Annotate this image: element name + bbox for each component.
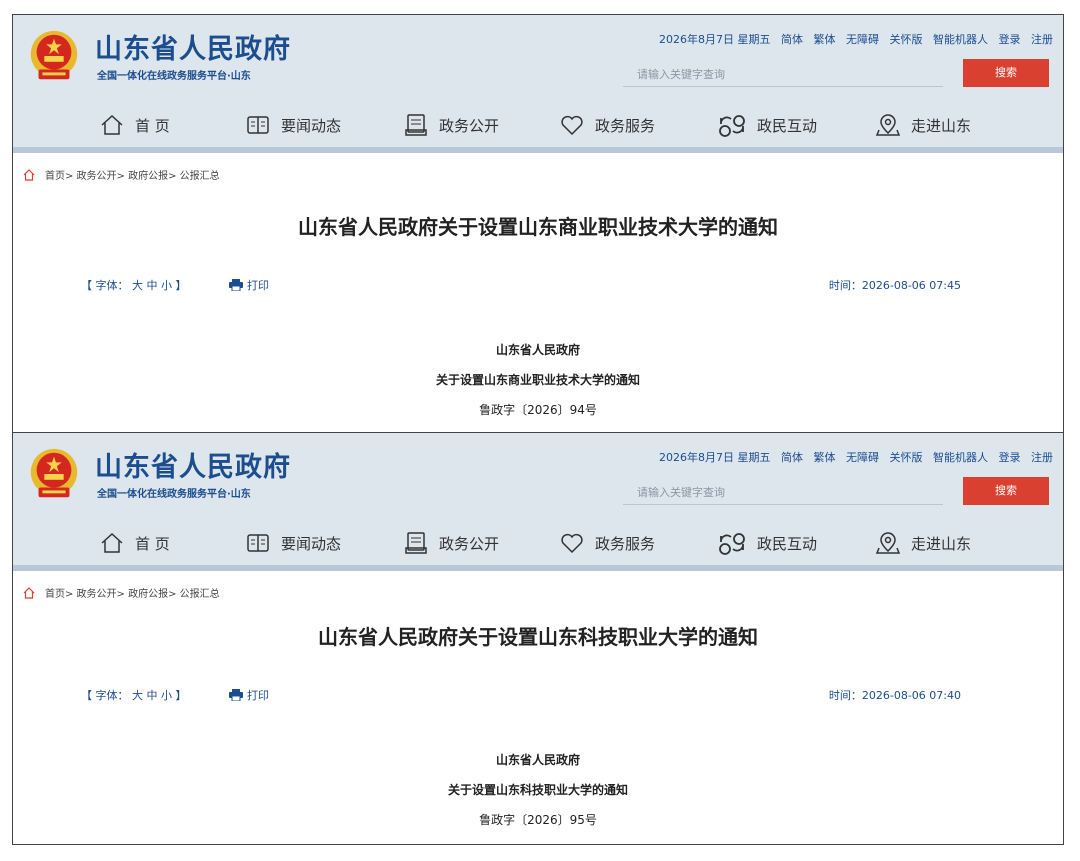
breadcrumb: 首页> 政务公开> 政府公报> 公报汇总 xyxy=(23,167,220,182)
nav-label: 要闻动态 xyxy=(281,116,342,135)
simplified-link[interactable]: 简体 xyxy=(781,451,803,464)
nav-label: 政务公开 xyxy=(439,116,500,135)
publish-time: 时间：2026-08-06 07:45 xyxy=(828,279,961,292)
home-icon xyxy=(101,532,123,553)
robot-link[interactable]: 智能机器人 xyxy=(933,451,988,464)
font-size-control[interactable]: 【 字体： 大 中 小 】 xyxy=(81,277,186,293)
nav-divider xyxy=(13,565,1063,571)
heart-icon xyxy=(561,115,583,136)
article-toolbar: 【 字体： 大 中 小 】 打印 时间：2026-08-06 07:45 xyxy=(13,277,1063,297)
nav-item-about[interactable]: 走进山东 xyxy=(875,109,971,141)
home-icon[interactable] xyxy=(23,168,35,181)
nav-label: 首 页 xyxy=(135,116,170,135)
printer-icon xyxy=(229,689,243,701)
interaction-icon xyxy=(719,115,745,137)
article-toolbar: 【 字体： 大 中 小 】 打印 时间：2026-08-06 07:40 xyxy=(13,687,1063,707)
nav-item-home[interactable]: 首 页 xyxy=(99,527,170,559)
doc-issuer: 山东省人民政府 xyxy=(495,753,580,767)
book-icon xyxy=(247,534,269,552)
accessibility-link[interactable]: 无障碍 xyxy=(846,33,879,46)
date-text: 2026年8月7日 星期五 xyxy=(659,451,771,464)
register-link[interactable]: 注册 xyxy=(1031,451,1053,464)
document-icon xyxy=(405,532,427,554)
login-link[interactable]: 登录 xyxy=(999,33,1021,46)
doc-number: 鲁政字〔2026〕95号 xyxy=(479,813,597,827)
article-title: 山东省人民政府关于设置山东商业职业技术大学的通知 xyxy=(298,215,778,239)
main-nav: 首 页 要闻动态 政务公开 政务服务 政民互动 走进山东 xyxy=(13,521,1063,565)
site-subtitle: 全国一体化在线政务服务平台·山东 xyxy=(97,489,251,500)
search-button[interactable]: 搜索 xyxy=(963,59,1049,87)
doc-title: 关于设置山东商业职业技术大学的通知 xyxy=(435,373,640,387)
nav-item-news[interactable]: 要闻动态 xyxy=(245,109,341,141)
login-link[interactable]: 登录 xyxy=(999,451,1021,464)
site-name[interactable]: 山东省人民政府 xyxy=(95,27,291,66)
nav-label: 政务服务 xyxy=(595,116,656,135)
font-size-control[interactable]: 【 字体： 大 中 小 】 xyxy=(81,687,186,703)
page-screenshot-1: 山东省人民政府 全国一体化在线政务服务平台·山东 2026年8月7日 星期五 简… xyxy=(12,14,1064,434)
nav-item-news[interactable]: 要闻动态 xyxy=(245,527,341,559)
simplified-link[interactable]: 简体 xyxy=(781,33,803,46)
top-links: 2026年8月7日 星期五 简体 繁体 无障碍 关怀版 智能机器人 登录 注册 xyxy=(659,449,1053,465)
nav-label: 政民互动 xyxy=(757,534,818,553)
nav-label: 政务公开 xyxy=(439,534,500,553)
print-label: 打印 xyxy=(247,689,269,702)
breadcrumb-text[interactable]: 首页> 政务公开> 政府公报> 公报汇总 xyxy=(45,585,220,600)
search-input[interactable] xyxy=(623,481,943,505)
publish-time: 时间：2026-08-06 07:40 xyxy=(828,689,961,702)
national-emblem-icon xyxy=(30,30,78,80)
printer-icon xyxy=(229,279,243,291)
nav-item-interaction[interactable]: 政民互动 xyxy=(717,527,817,559)
nav-label: 政务服务 xyxy=(595,534,656,553)
search-input[interactable] xyxy=(623,63,943,87)
home-icon xyxy=(101,114,123,135)
site-header: 山东省人民政府 全国一体化在线政务服务平台·山东 2026年8月7日 星期五 简… xyxy=(13,433,1063,571)
robot-link[interactable]: 智能机器人 xyxy=(933,33,988,46)
accessibility-link[interactable]: 无障碍 xyxy=(846,451,879,464)
main-nav: 首 页 要闻动态 政务公开 政务服务 政民互动 走进山东 xyxy=(13,103,1063,147)
print-button[interactable]: 打印 xyxy=(229,277,269,293)
home-icon[interactable] xyxy=(23,586,35,599)
breadcrumb: 首页> 政务公开> 政府公报> 公报汇总 xyxy=(23,585,220,600)
site-name[interactable]: 山东省人民政府 xyxy=(95,445,291,484)
nav-item-services[interactable]: 政务服务 xyxy=(559,109,655,141)
page-screenshot-2: 山东省人民政府 全国一体化在线政务服务平台·山东 2026年8月7日 星期五 简… xyxy=(12,432,1064,845)
nav-item-about[interactable]: 走进山东 xyxy=(875,527,971,559)
nav-item-gov-affairs[interactable]: 政务公开 xyxy=(403,527,499,559)
nav-label: 政民互动 xyxy=(757,116,818,135)
doc-issuer: 山东省人民政府 xyxy=(495,343,580,357)
location-icon xyxy=(875,114,901,136)
date-text: 2026年8月7日 星期五 xyxy=(659,33,771,46)
nav-label: 首 页 xyxy=(135,534,170,553)
heart-icon xyxy=(561,533,583,554)
site-subtitle: 全国一体化在线政务服务平台·山东 xyxy=(97,71,251,82)
nav-item-services[interactable]: 政务服务 xyxy=(559,527,655,559)
national-emblem-icon xyxy=(30,448,78,498)
breadcrumb-text[interactable]: 首页> 政务公开> 政府公报> 公报汇总 xyxy=(45,167,220,182)
traditional-link[interactable]: 繁体 xyxy=(814,451,836,464)
nav-label: 走进山东 xyxy=(911,116,972,135)
location-icon xyxy=(875,532,901,554)
care-version-link[interactable]: 关怀版 xyxy=(890,33,923,46)
nav-item-home[interactable]: 首 页 xyxy=(99,109,170,141)
interaction-icon xyxy=(719,533,745,555)
search-button[interactable]: 搜索 xyxy=(963,477,1049,505)
nav-divider xyxy=(13,147,1063,153)
article-title: 山东省人民政府关于设置山东科技职业大学的通知 xyxy=(318,625,758,649)
care-version-link[interactable]: 关怀版 xyxy=(890,451,923,464)
nav-item-gov-affairs[interactable]: 政务公开 xyxy=(403,109,499,141)
print-button[interactable]: 打印 xyxy=(229,687,269,703)
doc-number: 鲁政字〔2026〕94号 xyxy=(479,403,597,417)
nav-label: 要闻动态 xyxy=(281,534,342,553)
doc-title: 关于设置山东科技职业大学的通知 xyxy=(447,783,628,797)
top-links: 2026年8月7日 星期五 简体 繁体 无障碍 关怀版 智能机器人 登录 注册 xyxy=(659,31,1053,47)
nav-item-interaction[interactable]: 政民互动 xyxy=(717,109,817,141)
book-icon xyxy=(247,116,269,134)
print-label: 打印 xyxy=(247,279,269,292)
document-icon xyxy=(405,114,427,136)
site-header: 山东省人民政府 全国一体化在线政务服务平台·山东 2026年8月7日 星期五 简… xyxy=(13,15,1063,153)
register-link[interactable]: 注册 xyxy=(1031,33,1053,46)
traditional-link[interactable]: 繁体 xyxy=(814,33,836,46)
nav-label: 走进山东 xyxy=(911,534,972,553)
